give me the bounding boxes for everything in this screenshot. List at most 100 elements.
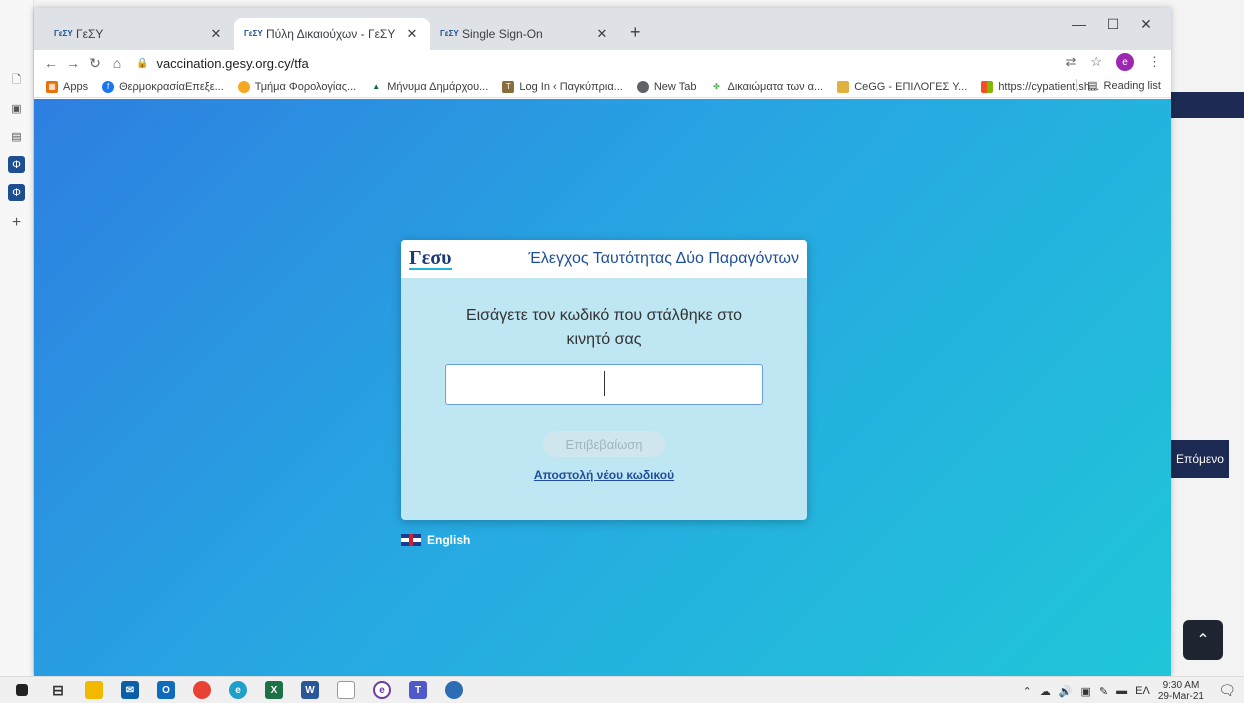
globe-icon	[636, 80, 649, 93]
app-icon[interactable]	[436, 677, 472, 703]
teams-icon[interactable]: T	[400, 677, 436, 703]
phi-tab-icon[interactable]: Φ	[8, 184, 25, 201]
tab-portal[interactable]: ΓεΣΥ Πύλη Δικαιούχων - ΓεΣΥ ✕	[234, 18, 430, 50]
prompt-line: κινητό σας	[566, 331, 642, 348]
start-icon[interactable]	[4, 677, 40, 703]
plus-icon[interactable]: +	[8, 214, 25, 231]
bookmark-item[interactable]: Τμήμα Φορολογίας...	[237, 80, 357, 93]
calendar-icon[interactable]: ▤	[8, 128, 25, 145]
clock-time: 9:30 AM	[1162, 680, 1200, 691]
chevron-up-icon[interactable]: ⌃	[1023, 685, 1032, 698]
bookmark-label: New Tab	[653, 80, 697, 93]
shield-icon	[837, 80, 850, 93]
new-tab-button[interactable]: +	[630, 22, 641, 43]
clock-date: 29-Mar-21	[1157, 691, 1204, 702]
bookmark-label: Log In ‹ Παγκύπρια...	[519, 80, 623, 93]
task-view-icon[interactable]: ⊟	[40, 677, 76, 703]
code-prompt: Εισάγετε τον κωδικό που στάλθηκε στο κιν…	[401, 304, 807, 352]
close-window-icon[interactable]: ✕	[1131, 16, 1161, 33]
gesy-favicon-icon: ΓεΣΥ	[440, 29, 459, 38]
browser-window: ΓεΣΥ ΓεΣΥ ✕ ΓεΣΥ Πύλη Δικαιούχων - ΓεΣΥ …	[34, 8, 1171, 676]
reload-icon[interactable]: ↻	[84, 55, 106, 72]
language-label: English	[427, 533, 471, 547]
background-page: Επόμενο ⌃	[1171, 0, 1244, 676]
home-icon[interactable]: ⌂	[106, 55, 128, 71]
tax-dept-icon	[237, 80, 250, 93]
bookmark-item[interactable]: ▲ Μήνυμα Δημάρχου...	[370, 81, 488, 93]
bookmark-item[interactable]: f ΘερμοκρασίαΕπεξε...	[102, 80, 224, 93]
reading-list-button[interactable]: ▤ Reading list	[1076, 79, 1161, 92]
bookmark-item[interactable]: CeGG - ΕΠΙΛΟΓΕΣ Υ...	[837, 80, 967, 93]
edge-icon[interactable]: e	[220, 677, 256, 703]
app-e-icon[interactable]: e	[364, 677, 400, 703]
apps-grid-icon: ▦	[46, 80, 58, 93]
ms-icon	[981, 80, 994, 93]
maximize-icon[interactable]: ☐	[1098, 16, 1128, 33]
url-text: vaccination.gesy.org.cy/tfa	[156, 55, 309, 71]
lock-icon: 🔒	[136, 57, 149, 69]
phi-tab-icon[interactable]: Φ	[8, 156, 25, 173]
forward-icon[interactable]: →	[62, 55, 84, 71]
file-explorer-icon[interactable]	[76, 677, 112, 703]
notifications-icon[interactable]: 🗨	[1218, 682, 1236, 699]
dialog-title: Έλεγχος Ταυτότητας Δύο Παραγόντων	[528, 250, 799, 267]
wp-icon: T	[502, 80, 515, 93]
uk-flag-icon	[401, 534, 421, 546]
scroll-top-button[interactable]: ⌃	[1183, 620, 1223, 660]
tab-title: ΓεΣΥ	[76, 27, 104, 41]
address-bar[interactable]: 🔒 vaccination.gesy.org.cy/tfa	[136, 56, 309, 71]
reading-list-label: Reading list	[1103, 79, 1161, 92]
prompt-line: Εισάγετε τον κωδικό που στάλθηκε στο	[465, 307, 743, 324]
tab-title: Single Sign-On	[462, 27, 543, 41]
profile-avatar[interactable]: e	[1116, 53, 1134, 71]
bookmark-item[interactable]: T Log In ‹ Παγκύπρια...	[502, 80, 623, 93]
tab-strip: ΓεΣΥ ΓεΣΥ ✕ ΓεΣΥ Πύλη Δικαιούχων - ΓεΣΥ …	[34, 8, 1171, 50]
system-tray: ⌃ ☁ 🔊 ▣ ✎ ▬ ΕΛ 9:30 AM 29-Mar-21	[1023, 680, 1204, 702]
menu-icon[interactable]: ⋮	[1148, 54, 1161, 70]
translate-icon[interactable]: ⇄	[1065, 54, 1076, 70]
chrome-icon[interactable]	[184, 677, 220, 703]
chevron-up-icon: ⌃	[1196, 632, 1210, 649]
tab-icon[interactable]: ▣	[8, 100, 25, 117]
bookmark-item[interactable]: ▦ Apps	[46, 80, 89, 93]
resend-code-link[interactable]: Αποστολή νέου κωδικού	[401, 468, 807, 482]
volume-icon[interactable]: 🔊	[1059, 685, 1073, 698]
next-button[interactable]: Επόμενο	[1171, 440, 1229, 478]
pen-icon[interactable]: ✎	[1099, 685, 1108, 698]
bookmark-label: ΘερμοκρασίαΕπεξε...	[119, 80, 224, 93]
gesy-favicon-icon: ΓεΣΥ	[54, 29, 73, 38]
bookmark-item[interactable]: New Tab	[636, 80, 697, 93]
tab-sso[interactable]: ΓεΣΥ Single Sign-On ✕	[430, 18, 620, 50]
cloud-icon[interactable]: ☁	[1040, 685, 1051, 698]
toolbar: ← → ↻ ⌂ 🔒 vaccination.gesy.org.cy/tfa ⇄ …	[34, 50, 1171, 76]
close-icon[interactable]: ✕	[404, 26, 420, 42]
mountain-icon: ▲	[372, 82, 381, 91]
word-icon[interactable]: W	[292, 677, 328, 703]
page-icon[interactable]: 🗋	[8, 72, 25, 89]
bookmarks-bar: ▦ Apps f ΘερμοκρασίαΕπεξε... Τμήμα Φορολ…	[34, 76, 1171, 98]
clock[interactable]: 9:30 AM 29-Mar-21	[1158, 680, 1204, 702]
gesy-logo: Γεσυ	[409, 247, 452, 270]
minimize-icon[interactable]: —	[1064, 16, 1094, 32]
outlook-icon[interactable]: O	[148, 677, 184, 703]
facebook-icon: f	[102, 80, 115, 93]
bookmark-item[interactable]: ✤ Δικαιώματα των α...	[710, 81, 823, 93]
confirm-button[interactable]: Επιβεβαίωση	[543, 431, 665, 457]
close-icon[interactable]: ✕	[208, 26, 224, 42]
bookmark-label: Τμήμα Φορολογίας...	[254, 80, 357, 93]
close-icon[interactable]: ✕	[594, 26, 610, 42]
star-icon[interactable]: ☆	[1090, 54, 1102, 70]
display-icon[interactable]: ▣	[1081, 685, 1091, 698]
mail-icon[interactable]: ✉	[112, 677, 148, 703]
excel-icon[interactable]: X	[256, 677, 292, 703]
bookmark-label: Apps	[63, 80, 89, 93]
tab-gesy[interactable]: ΓεΣΥ ΓεΣΥ ✕	[44, 18, 234, 50]
input-language[interactable]: ΕΛ	[1135, 685, 1150, 697]
back-icon[interactable]: ←	[40, 55, 62, 71]
taskbar: ⊟ ✉ O e X W e T ⌃ ☁ 🔊 ▣ ✎ ▬ ΕΛ 9:30 AM 2…	[0, 676, 1244, 703]
bookmark-label: Δικαιώματα των α...	[727, 80, 824, 93]
reading-list-icon: ▤	[1087, 80, 1098, 92]
battery-icon[interactable]: ▬	[1116, 685, 1127, 697]
language-switch[interactable]: English	[401, 533, 470, 547]
notepad-icon[interactable]	[328, 677, 364, 703]
